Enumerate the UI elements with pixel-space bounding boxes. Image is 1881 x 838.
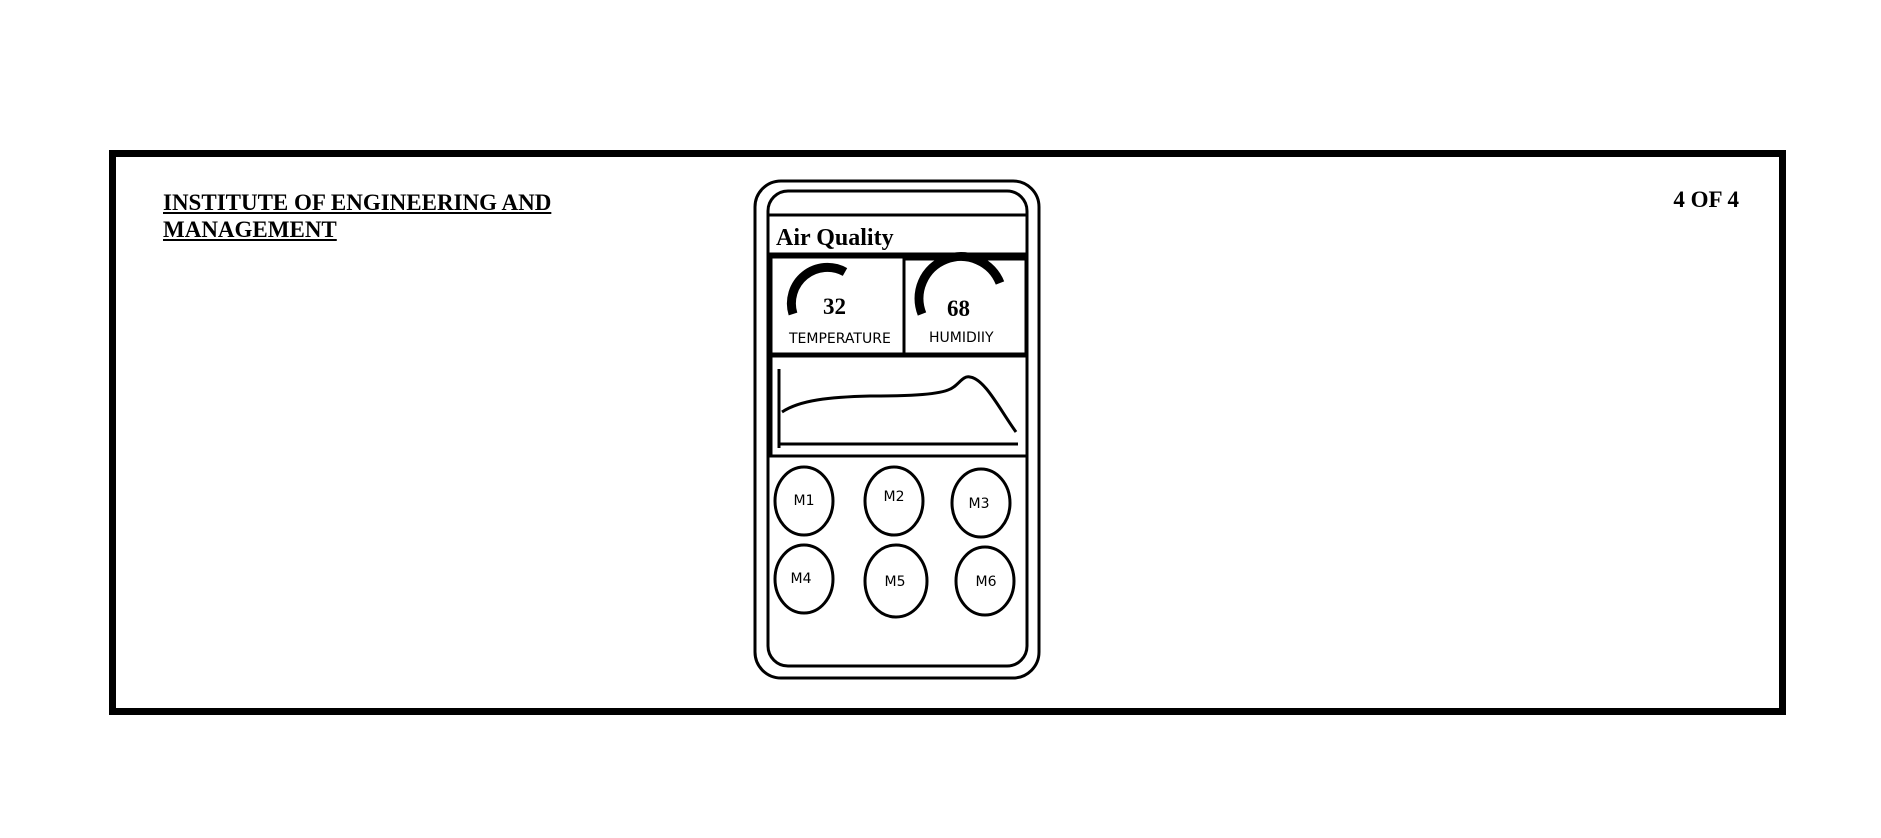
mode-label-m1: M1 <box>794 493 815 509</box>
phone-wireframe: Air Quality 32 TEMPERATURE 68 HUMIDIIY M… <box>753 179 1041 680</box>
mode-button-m4[interactable]: M4 <box>773 543 835 615</box>
mode-label-m6: M6 <box>976 574 997 590</box>
mode-button-m6[interactable]: M6 <box>954 545 1016 617</box>
trend-chart-panel <box>769 354 1029 458</box>
mode-label-m2: M2 <box>884 489 905 505</box>
trend-line <box>781 375 1018 433</box>
mode-label-m5: M5 <box>885 574 906 590</box>
mode-button-m2[interactable]: M2 <box>863 465 925 537</box>
humidity-label: HUMIDIIY <box>929 330 994 346</box>
mode-label-m3: M3 <box>969 496 990 512</box>
mode-button-m1[interactable]: M1 <box>773 465 835 537</box>
humidity-value: 68 <box>947 296 970 321</box>
mode-button-m3[interactable]: M3 <box>950 467 1012 539</box>
screen-title: Air Quality <box>776 225 894 251</box>
temperature-label: TEMPERATURE <box>788 331 891 347</box>
mode-button-m5[interactable]: M5 <box>863 543 929 619</box>
mode-label-m4: M4 <box>791 571 812 587</box>
temperature-value: 32 <box>823 294 846 319</box>
